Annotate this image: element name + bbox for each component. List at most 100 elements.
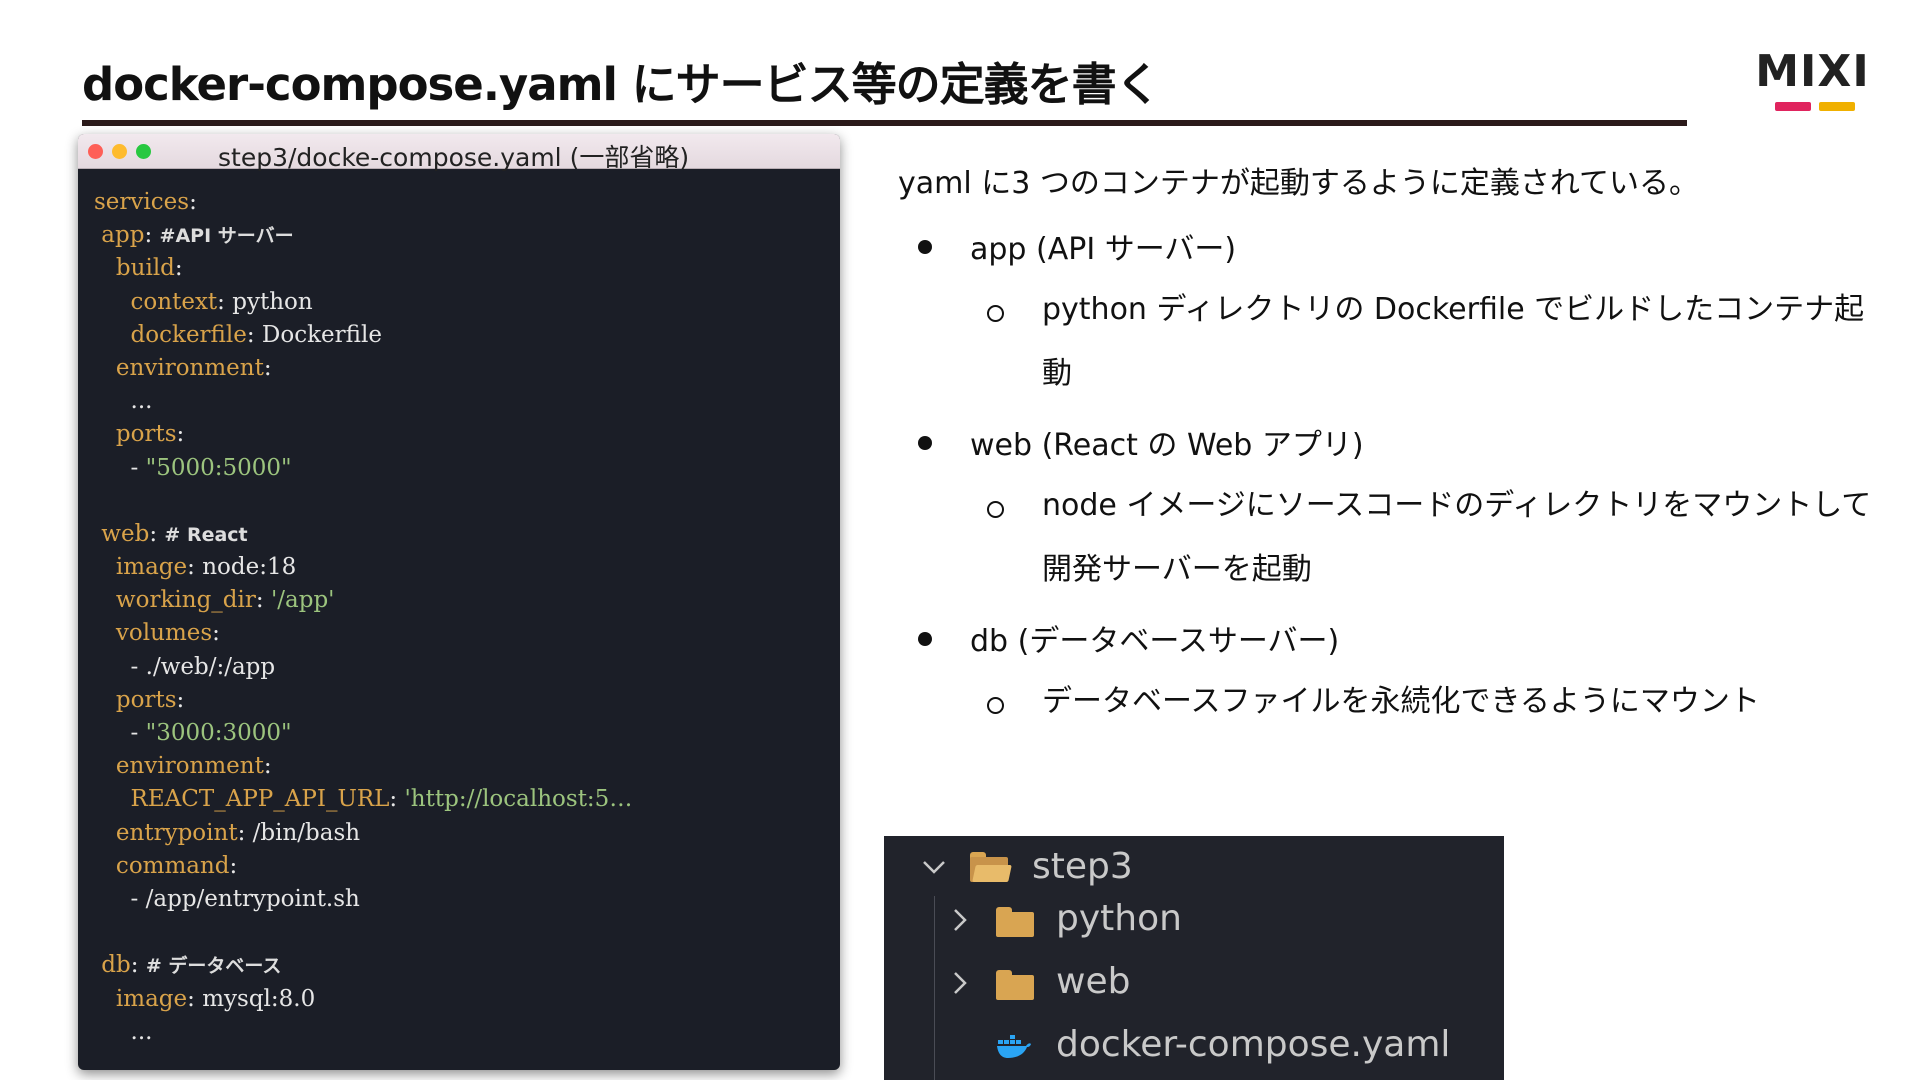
code-string: '/app' (270, 587, 335, 614)
code-window: step3/docke-compose.yaml (一部省略) services… (78, 134, 840, 1070)
chevron-down-icon (923, 861, 945, 874)
code-key: environment (94, 354, 264, 381)
docker-icon (997, 1035, 1031, 1058)
code-text: : (176, 686, 185, 713)
slide-title: docker-compose.yaml にサービス等の定義を書く (82, 58, 1161, 111)
code-key: services (94, 189, 190, 215)
code-line: dockerfile: Dockerfile (94, 319, 632, 352)
bullet-web-label: web (React の Web アプリ) (970, 428, 1364, 463)
code-key: build (94, 255, 175, 282)
title-underline (82, 120, 1687, 126)
bullet-web (918, 436, 932, 450)
code-key: REACT_APP_API_URL (94, 786, 390, 813)
logo-text: MIXI (1755, 46, 1870, 97)
file-explorer: step3 python web docker-compose.yaml (884, 836, 1504, 1080)
code-key: app (94, 222, 145, 249)
code-text: - (94, 454, 146, 481)
code-text: : /bin/bash (237, 819, 361, 846)
code-line: command: (94, 850, 632, 883)
db-detail-line: データベースファイルを永続化できるようにマウント (1042, 684, 1760, 719)
code-key: web (94, 520, 150, 547)
code-text: : (189, 189, 197, 215)
code-text: : (229, 852, 238, 879)
sub-bullet-app (987, 305, 1004, 322)
logo-bars (1775, 102, 1855, 111)
code-text: ... (94, 1018, 153, 1045)
app-detail-line1: python ディレクトリの Dockerfile でビルドしたコンテナ起 (1042, 292, 1865, 327)
code-line: build: (94, 252, 632, 285)
code-line: - "5000:5000" (94, 452, 632, 485)
code-line: ... (94, 1016, 632, 1049)
code-key: db (94, 952, 131, 979)
code-text: : (144, 222, 160, 249)
code-comment: # データベース (145, 955, 282, 978)
code-key: command (94, 852, 230, 879)
bullet-app (918, 240, 932, 254)
code-line: image: node:18 (94, 551, 632, 584)
code-text: - (94, 720, 146, 746)
code-key: volumes (94, 620, 213, 647)
tree-label-python: python (1056, 898, 1182, 939)
bullet-db-label: db (データベースサーバー) (970, 624, 1340, 659)
folder-open-icon (970, 852, 1012, 882)
code-key: entrypoint (94, 819, 238, 846)
code-line: working_dir: '/app' (94, 584, 632, 617)
tree-label-docker-compose: docker-compose.yaml (1056, 1024, 1451, 1065)
code-line: ports: (94, 418, 632, 451)
code-line: ports: (94, 684, 632, 717)
code-line: ... (94, 385, 632, 418)
code-key: context (94, 288, 218, 315)
window-titlebar: step3/docke-compose.yaml (一部省略) (78, 134, 840, 172)
code-text: ... (94, 388, 153, 415)
code-key: image (94, 554, 188, 581)
code-comment: # React (164, 523, 248, 546)
code-string: "5000:5000" (145, 454, 292, 481)
code-line: web: # React (94, 518, 632, 551)
app-detail-line2: 動 (1042, 356, 1072, 391)
code-line: - ./web/:/app (94, 651, 632, 684)
minimize-window-button[interactable] (112, 144, 127, 159)
code-text: : (263, 354, 272, 381)
sub-bullet-web (987, 501, 1004, 518)
code-block: services: app: #API サーバー build: context:… (94, 186, 632, 1049)
code-text: : (149, 520, 165, 547)
code-line: environment: (94, 750, 632, 783)
zoom-window-button[interactable] (136, 144, 151, 159)
logo-bar-red (1775, 102, 1811, 111)
folder-icon (996, 907, 1034, 937)
code-text: : node:18 (187, 554, 297, 581)
code-text: : mysql:8.0 (187, 985, 316, 1012)
code-line: db: # データベース (94, 949, 632, 982)
code-string: 'http://localhost:5… (404, 786, 633, 813)
code-line: environment: (94, 352, 632, 385)
code-key: ports (94, 686, 177, 713)
code-text: : (263, 753, 272, 780)
code-line: context: python (94, 286, 632, 319)
web-detail-line1: node イメージにソースコードのディレクトリをマウントして (1042, 488, 1872, 523)
code-string: "3000:3000" (145, 720, 292, 746)
mixi-logo: MIXI (1750, 50, 1875, 114)
close-window-button[interactable] (88, 144, 103, 159)
code-text: : (176, 421, 185, 448)
code-key: working_dir (94, 587, 256, 614)
intro-text: yaml に3 つのコンテナが起動するように定義されている。 (898, 166, 1699, 201)
bullet-app-label: app (API サーバー) (970, 232, 1237, 267)
logo-bar-yellow (1819, 102, 1855, 111)
code-key: environment (94, 753, 264, 780)
code-line: image: mysql:8.0 (94, 983, 632, 1016)
chevron-right-icon (954, 909, 967, 931)
window-title: step3/docke-compose.yaml (一部省略) (218, 143, 690, 172)
code-text: : (130, 952, 146, 979)
code-line: entrypoint: /bin/bash (94, 817, 632, 850)
web-detail-line2: 開発サーバーを起動 (1042, 552, 1312, 587)
bullet-db (918, 632, 932, 646)
code-text: : (389, 786, 405, 813)
tree-label-step3: step3 (1032, 846, 1133, 887)
folder-icon (996, 970, 1034, 1000)
code-text: : python (217, 288, 313, 315)
code-key: image (94, 985, 188, 1012)
tree-indent-guide (934, 896, 935, 1080)
code-line: volumes: (94, 617, 632, 650)
